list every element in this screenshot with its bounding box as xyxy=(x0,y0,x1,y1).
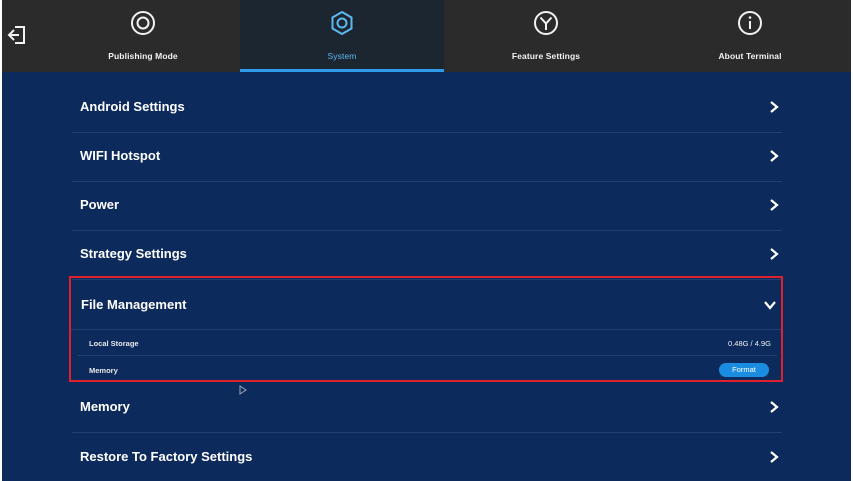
settings-item-wifi-hotspot[interactable]: WIFI Hotspot xyxy=(72,132,782,182)
app-window: Publishing Mode System Feature Settings xyxy=(2,0,851,481)
settings-item-memory[interactable]: Memory xyxy=(72,383,782,433)
settings-item-label: Memory xyxy=(80,399,130,414)
settings-item-label: Restore To Factory Settings xyxy=(80,449,253,464)
local-storage-label: Local Storage xyxy=(89,339,139,348)
tab-label: Feature Settings xyxy=(511,51,581,61)
tab-label: Publishing Mode xyxy=(108,51,178,61)
tab-feature-settings[interactable]: Feature Settings xyxy=(445,0,647,72)
tab-about-terminal[interactable]: About Terminal xyxy=(650,0,850,72)
local-storage-value: 0.48G / 4.9G xyxy=(728,339,771,348)
tab-label: System xyxy=(327,51,357,61)
settings-item-restore-factory[interactable]: Restore To Factory Settings xyxy=(72,433,782,481)
record-icon xyxy=(131,11,155,35)
settings-item-label: Strategy Settings xyxy=(80,246,187,261)
chevron-right-icon xyxy=(770,248,779,260)
chevron-right-icon xyxy=(770,199,779,211)
chevron-right-icon xyxy=(770,451,779,463)
y-circle-icon xyxy=(534,11,558,35)
settings-item-power[interactable]: Power xyxy=(72,181,782,231)
settings-item-label: WIFI Hotspot xyxy=(80,148,161,163)
tab-system[interactable]: System xyxy=(240,0,444,72)
settings-item-label: Power xyxy=(80,197,120,212)
memory-row: Memory Format xyxy=(77,357,777,382)
tab-label: About Terminal xyxy=(718,51,782,61)
file-management-section: File Management Local Storage 0.48G / 4.… xyxy=(69,276,783,382)
gear-icon xyxy=(331,10,353,36)
chevron-right-icon xyxy=(770,150,779,162)
chevron-down-icon xyxy=(764,301,776,310)
chevron-right-icon xyxy=(770,101,779,113)
chevron-right-icon xyxy=(770,401,779,413)
local-storage-row: Local Storage 0.48G / 4.9G xyxy=(77,330,777,356)
top-nav-bar: Publishing Mode System Feature Settings xyxy=(2,0,851,72)
file-management-header[interactable]: File Management xyxy=(71,278,781,330)
file-management-label: File Management xyxy=(81,297,187,312)
settings-item-strategy-settings[interactable]: Strategy Settings xyxy=(72,230,782,280)
memory-label: Memory xyxy=(89,366,118,375)
info-icon xyxy=(738,11,762,35)
settings-item-label: Android Settings xyxy=(80,99,185,114)
format-button[interactable]: Format xyxy=(719,363,769,377)
tab-publishing-mode[interactable]: Publishing Mode xyxy=(48,0,238,72)
active-tab-indicator xyxy=(240,69,444,72)
exit-icon[interactable] xyxy=(6,24,28,46)
settings-item-android-settings[interactable]: Android Settings xyxy=(72,83,782,133)
